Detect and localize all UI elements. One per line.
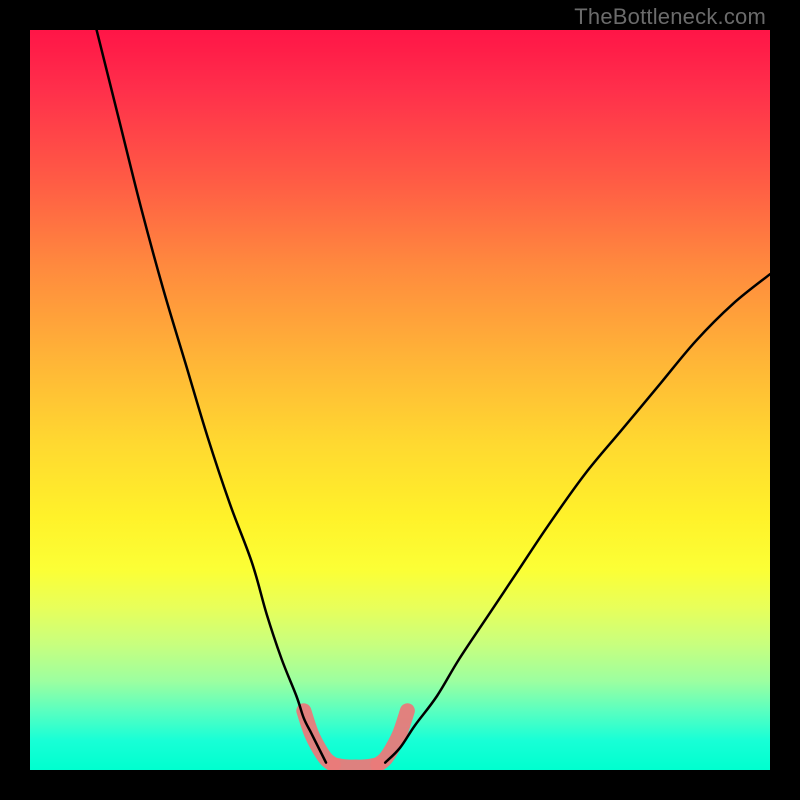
chart-frame: TheBottleneck.com bbox=[0, 0, 800, 800]
watermark-text: TheBottleneck.com bbox=[574, 4, 766, 30]
background-gradient bbox=[30, 30, 770, 770]
plot-area bbox=[30, 30, 770, 770]
